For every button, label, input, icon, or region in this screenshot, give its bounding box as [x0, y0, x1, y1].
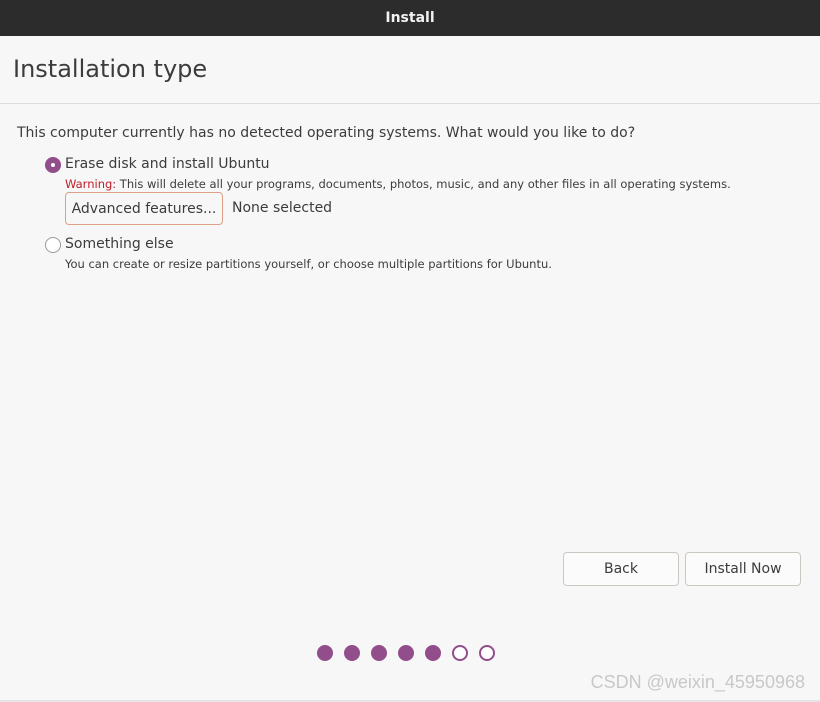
- erase-disk-warning: Warning: This will delete all your progr…: [65, 177, 731, 191]
- progress-dot-complete: [344, 645, 360, 661]
- something-else-description: You can create or resize partitions your…: [65, 257, 552, 271]
- window-titlebar: Install: [0, 0, 820, 36]
- page-title: Installation type: [13, 55, 208, 83]
- question-text: This computer currently has no detected …: [17, 125, 636, 141]
- advanced-features-button[interactable]: Advanced features...: [65, 192, 223, 225]
- watermark-text: CSDN @weixin_45950968: [590, 672, 805, 692]
- progress-dot-complete: [398, 645, 414, 661]
- progress-dot-complete: [425, 645, 441, 661]
- progress-indicator: [317, 645, 495, 661]
- warning-label: Warning:: [65, 177, 117, 191]
- something-else-radio[interactable]: [45, 237, 61, 253]
- erase-disk-label[interactable]: Erase disk and install Ubuntu: [65, 156, 270, 172]
- back-button[interactable]: Back: [563, 552, 679, 586]
- progress-dot-pending: [452, 645, 468, 661]
- progress-dot-complete: [371, 645, 387, 661]
- advanced-status-text: None selected: [232, 200, 333, 216]
- header-divider: [0, 103, 820, 104]
- progress-dot-pending: [479, 645, 495, 661]
- something-else-label[interactable]: Something else: [65, 236, 174, 252]
- erase-disk-radio[interactable]: [45, 157, 61, 173]
- progress-dot-complete: [317, 645, 333, 661]
- warning-description: This will delete all your programs, docu…: [116, 177, 731, 191]
- install-now-button[interactable]: Install Now: [685, 552, 801, 586]
- window-title: Install: [385, 10, 435, 26]
- radio-checked-dot: [51, 163, 55, 167]
